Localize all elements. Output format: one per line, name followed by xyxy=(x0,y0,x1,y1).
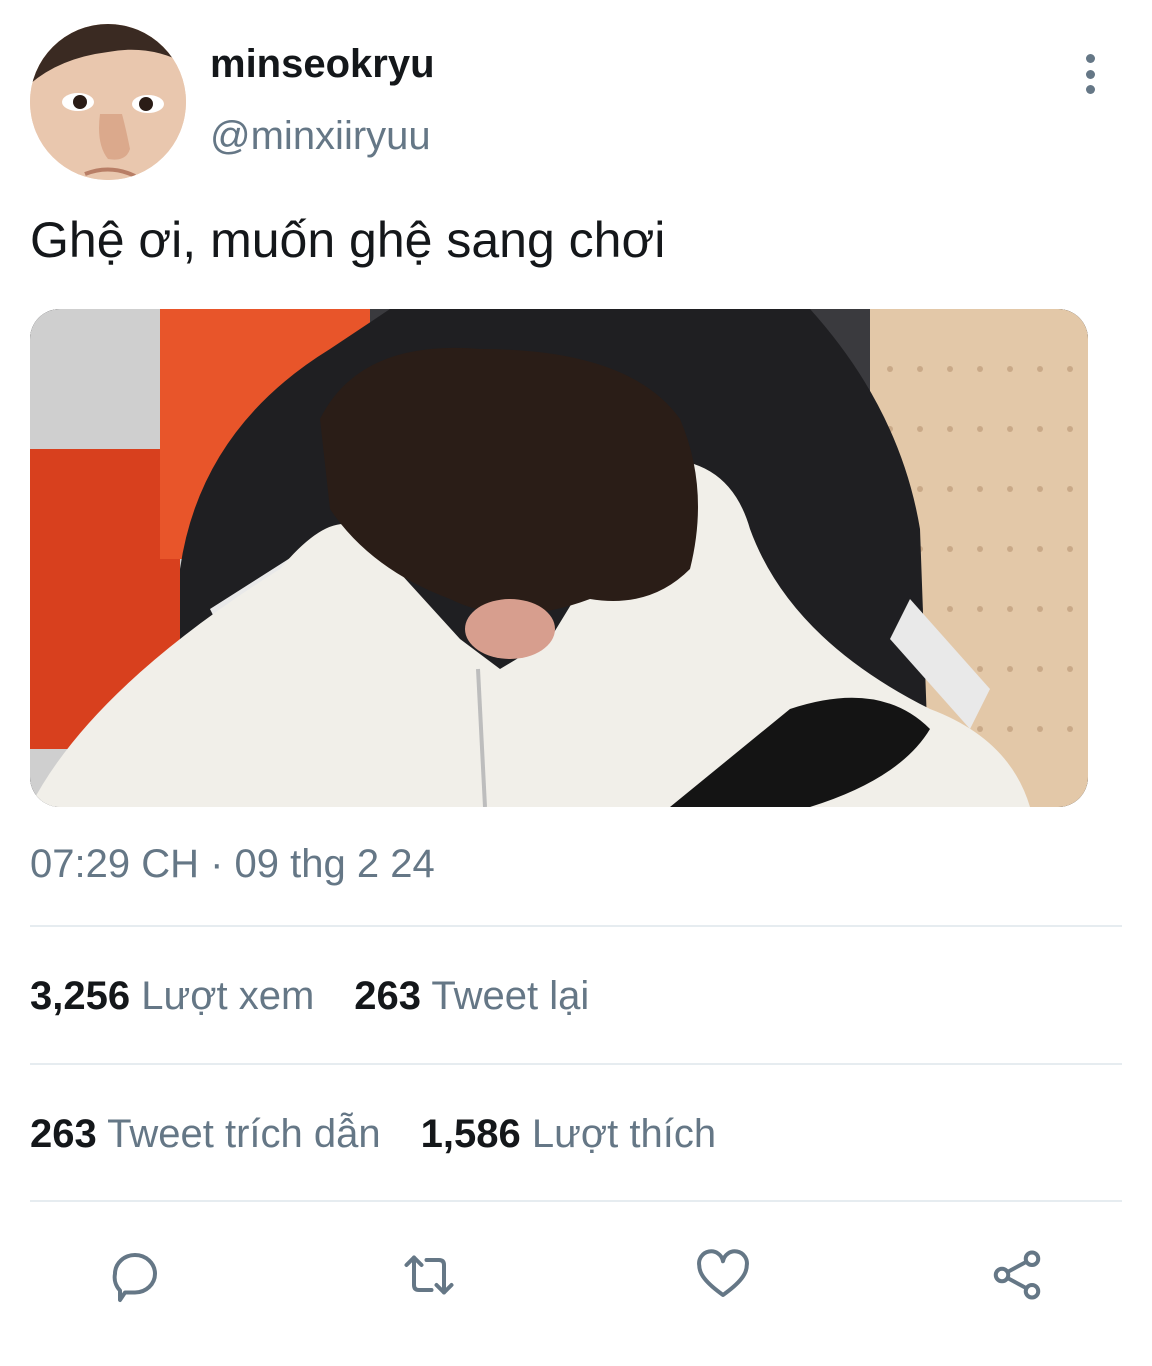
tweet-media-image[interactable] xyxy=(30,309,1088,807)
divider xyxy=(30,925,1122,927)
retweet-icon[interactable] xyxy=(394,1240,464,1310)
retweets-count: 263 xyxy=(354,974,422,1018)
divider xyxy=(30,1063,1122,1065)
retweets-label: Tweet lại xyxy=(431,974,590,1018)
reply-icon[interactable] xyxy=(100,1240,170,1310)
quotes-count: 263 xyxy=(30,1112,97,1156)
likes-label: Lượt thích xyxy=(531,1112,717,1156)
share-icon[interactable] xyxy=(982,1240,1052,1310)
retweets-stat[interactable]: 263 Tweet lại xyxy=(354,972,589,1020)
divider xyxy=(30,1200,1122,1202)
likes-count: 1,586 xyxy=(420,1112,521,1156)
more-vertical-icon[interactable] xyxy=(1076,54,1104,94)
avatar-image xyxy=(30,24,186,180)
tweet-text: Ghệ ơi, muốn ghệ sang chơi xyxy=(30,212,666,268)
user-handle[interactable]: @minxiiryuu xyxy=(210,114,435,158)
heart-icon[interactable] xyxy=(688,1240,758,1310)
quotes-label: Tweet trích dẫn xyxy=(107,1112,381,1156)
display-name[interactable]: minseokryu xyxy=(210,42,435,86)
tweet-timestamp[interactable]: 07:29 CH · 09 thg 2 24 xyxy=(30,840,435,888)
likes-stat[interactable]: 1,586 Lượt thích xyxy=(421,1110,716,1158)
avatar[interactable] xyxy=(30,24,186,180)
quotes-stat[interactable]: 263 Tweet trích dẫn xyxy=(30,1110,381,1158)
stats-row-1: 3,256 Lượt xem 263 Tweet lại xyxy=(30,972,589,1020)
tweet-header: minseokryu @minxiiryuu xyxy=(30,24,1122,180)
stats-row-2: 263 Tweet trích dẫn 1,586 Lượt thích xyxy=(30,1110,716,1158)
tweet-actions xyxy=(0,1240,1152,1310)
views-label: Lượt xem xyxy=(141,974,315,1018)
views-count: 3,256 xyxy=(30,974,131,1018)
views-stat[interactable]: 3,256 Lượt xem xyxy=(30,972,314,1020)
